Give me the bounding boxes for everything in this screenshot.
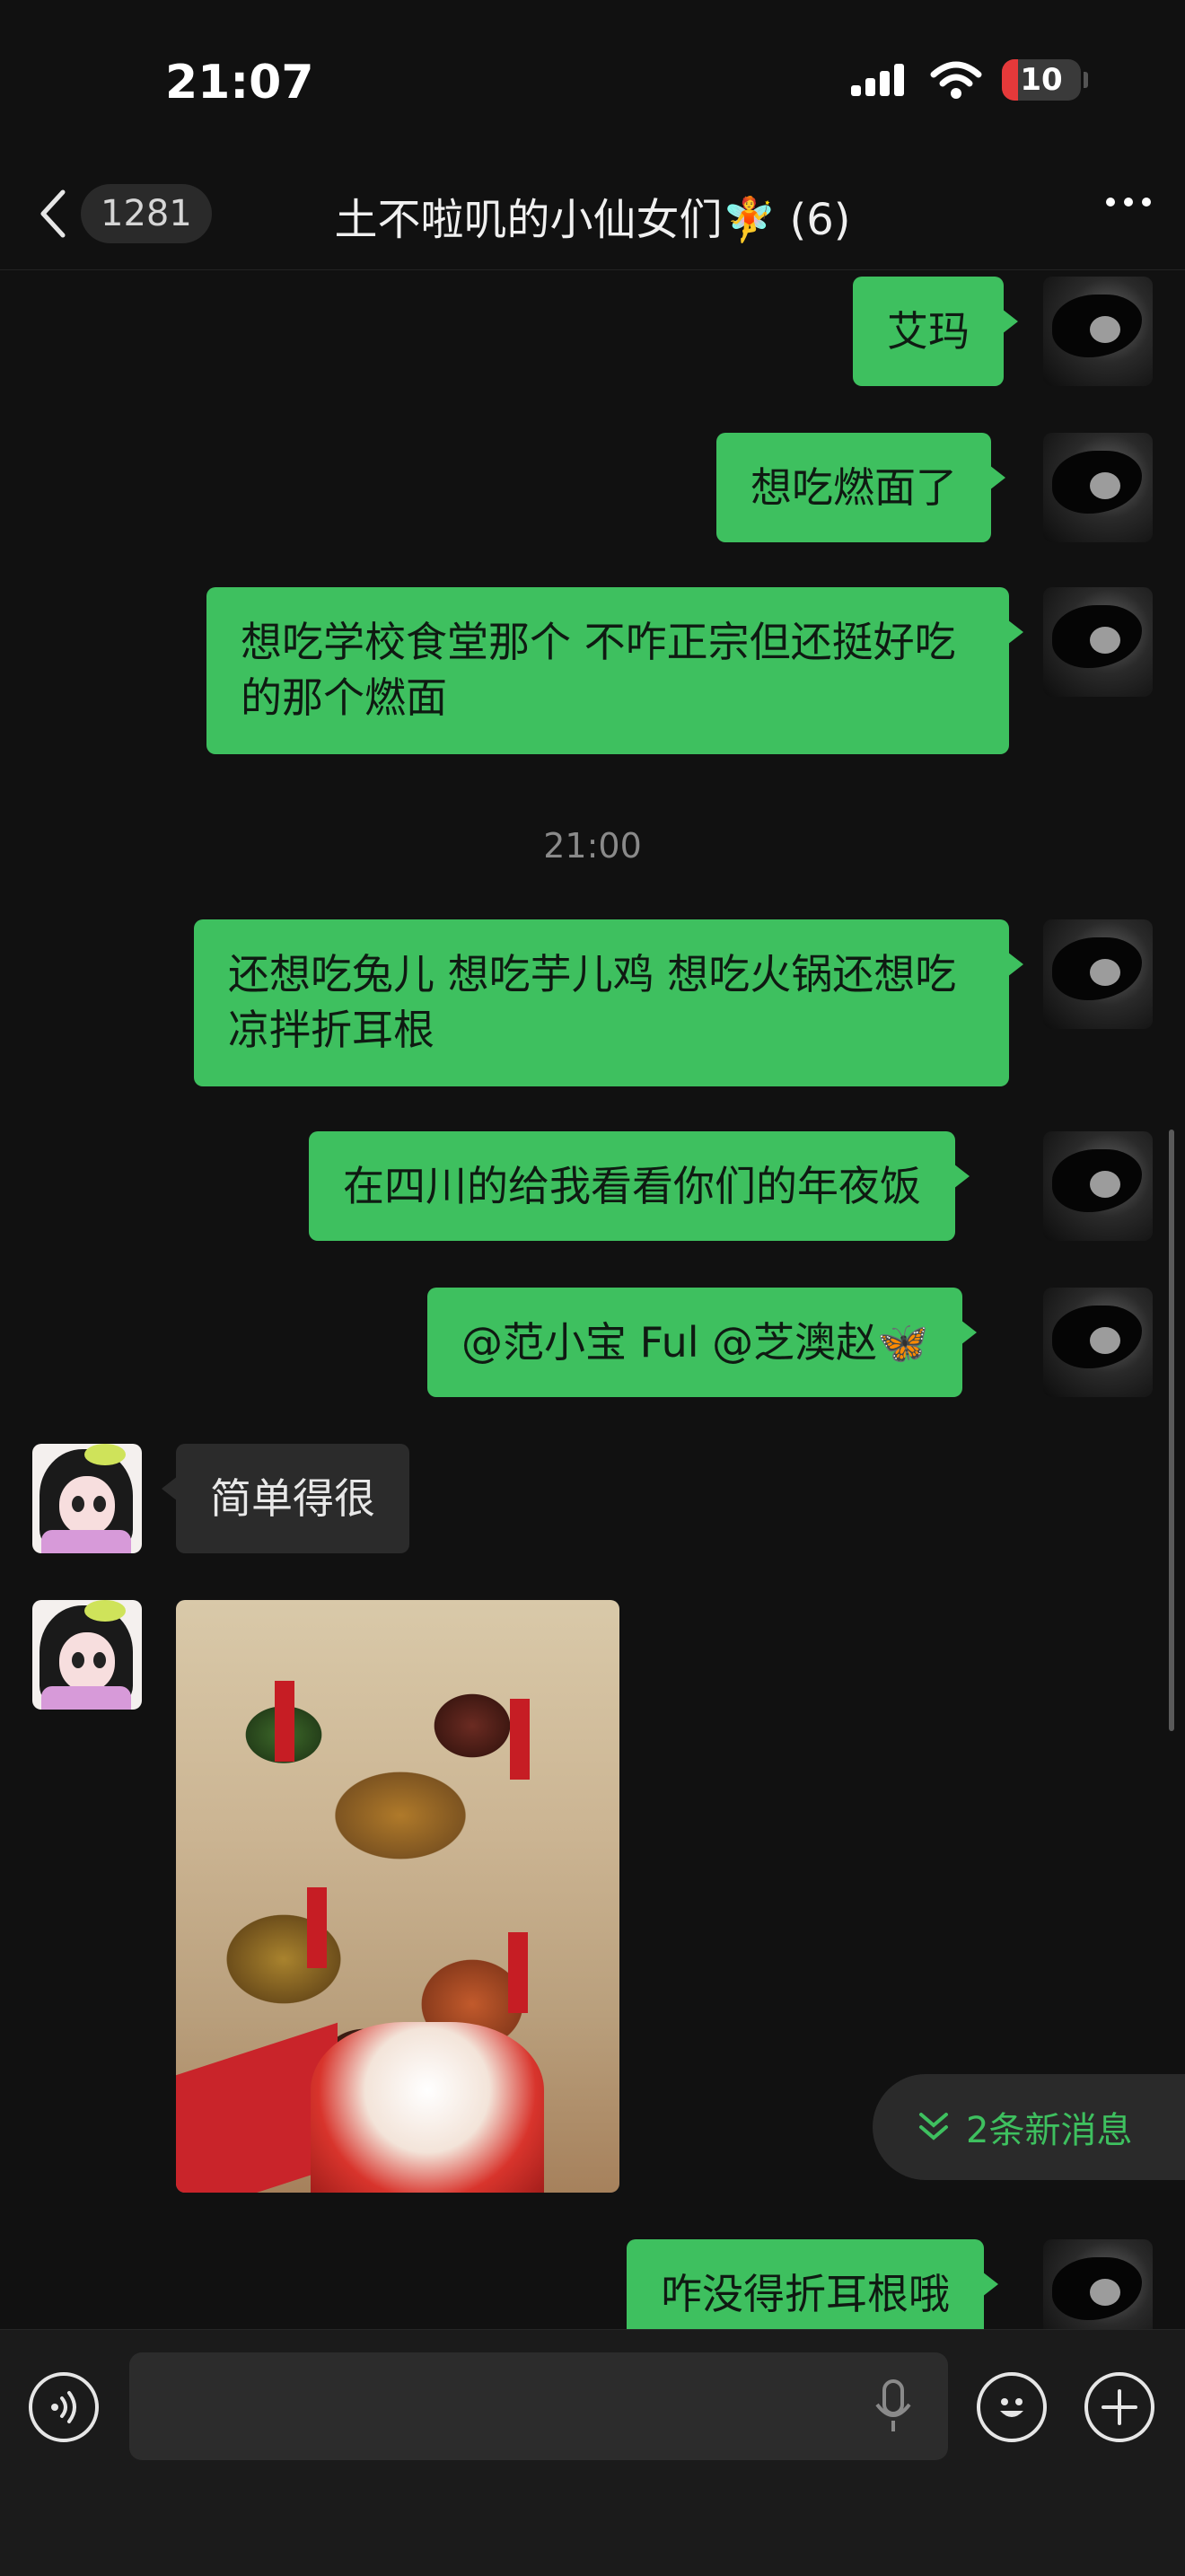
- message-bubble-self[interactable]: 还想吃兔儿 想吃芋儿鸡 想吃火锅还想吃凉拌折耳根: [194, 919, 1023, 1086]
- message-text: 想吃学校食堂那个 不咋正宗但还挺好吃的那个燃面: [241, 618, 956, 722]
- new-messages-button[interactable]: 2条新消息: [873, 2074, 1185, 2180]
- plus-button[interactable]: [1084, 2372, 1154, 2442]
- message-text: 咋没得折耳根哦: [661, 2270, 950, 2318]
- message-bubble-self[interactable]: 在四川的给我看看你们的年夜饭: [309, 1131, 970, 1241]
- message-bubble-self[interactable]: 想吃燃面了: [716, 433, 1005, 542]
- avatar-self[interactable]: [1043, 587, 1153, 697]
- voice-button[interactable]: [29, 2372, 99, 2442]
- signal-icon: [851, 64, 904, 96]
- emoji-button[interactable]: [977, 2372, 1047, 2442]
- voice-icon: [51, 2391, 76, 2423]
- message-timestamp: 21:00: [543, 826, 642, 866]
- message-text: 简单得很: [210, 1474, 375, 1523]
- message-bubble-self[interactable]: 想吃学校食堂那个 不咋正宗但还挺好吃的那个燃面: [206, 587, 1023, 754]
- avatar-other[interactable]: [32, 1600, 142, 1710]
- avatar-other[interactable]: [32, 1444, 142, 1553]
- message-text: @范小宝 Ful @芝澳赵🦋: [461, 1318, 929, 1367]
- wifi-icon: [930, 61, 982, 99]
- plus-icon: [1102, 2389, 1137, 2425]
- image-message[interactable]: [176, 1600, 619, 2193]
- new-messages-label: 2条新消息: [966, 2110, 1133, 2151]
- avatar-self[interactable]: [1043, 277, 1153, 386]
- message-text: 艾玛: [887, 307, 970, 356]
- status-time: 21:07: [165, 56, 314, 110]
- message-text: 还想吃兔儿 想吃芋儿鸡 想吃火锅还想吃凉拌折耳根: [228, 950, 957, 1054]
- message-bubble-self[interactable]: @范小宝 Ful @芝澳赵🦋: [427, 1288, 978, 1397]
- double-chevron-down-icon: [919, 2113, 948, 2141]
- chat-title: 土不啦叽的小仙女们🧚 (6): [334, 195, 851, 245]
- battery-icon: 10: [1002, 59, 1088, 101]
- status-icons: 10: [849, 59, 1088, 101]
- message-bubble-other[interactable]: 简单得很: [162, 1444, 409, 1553]
- message-text: 想吃燃面了: [750, 463, 957, 512]
- message-text: 在四川的给我看看你们的年夜饭: [343, 1162, 921, 1210]
- more-icon[interactable]: [1106, 198, 1151, 207]
- avatar-self[interactable]: [1043, 1288, 1153, 1397]
- mic-icon[interactable]: [874, 2379, 912, 2433]
- message-bubble-self[interactable]: 艾玛: [853, 277, 1018, 386]
- avatar-self[interactable]: [1043, 433, 1153, 542]
- message-input[interactable]: [129, 2352, 948, 2460]
- battery-level: 10: [1020, 62, 1063, 98]
- scrollbar[interactable]: [1169, 1130, 1174, 1731]
- avatar-self[interactable]: [1043, 1131, 1153, 1241]
- emoji-icon: [1000, 2398, 1023, 2417]
- avatar-self[interactable]: [1043, 919, 1153, 1029]
